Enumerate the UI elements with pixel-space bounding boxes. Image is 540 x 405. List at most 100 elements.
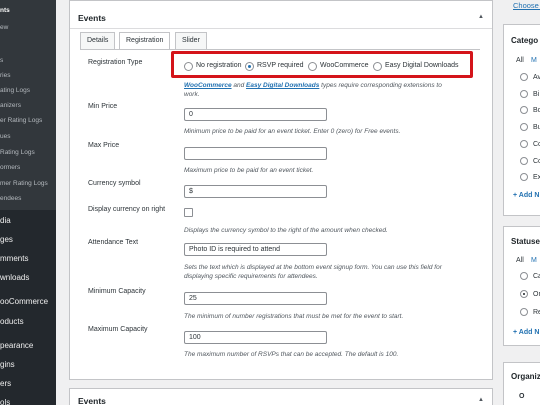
attendance-desc-line2: displaying specific requirements for att… [184,273,318,280]
sidebar-item[interactable]: Rating Logs [0,149,56,164]
max-capacity-label: Maximum Capacity [88,326,148,333]
sidebar-item[interactable]: s [0,57,56,72]
category-label: Bu [533,124,540,132]
radio-label-no-registration: No registration [196,62,242,69]
categories-tab-most-used[interactable]: M [531,57,537,64]
status-label: On [533,291,540,298]
attendance-label: Attendance Text [88,239,139,246]
status-radio[interactable] [520,290,528,298]
statuses-box: Statuse [503,226,540,346]
category-label: Ex [533,174,540,182]
min-capacity-input[interactable]: 25 [184,292,327,305]
panel2-title: Events [78,396,106,405]
currency-right-label: Display currency on right [88,206,166,213]
category-label: Co [533,157,540,165]
radio-woocommerce[interactable] [308,62,317,71]
collapse-arrow-icon[interactable]: ▲ [478,397,484,403]
max-price-input[interactable] [184,147,327,160]
sidebar-item[interactable]: mments [0,254,56,273]
sidebar-item[interactable]: ew [0,24,56,39]
radio-label-edd: Easy Digital Downloads [385,62,459,69]
attendance-input[interactable]: Photo ID is required to attend [184,243,327,256]
min-price-desc: Minimum price to be paid for an event ti… [184,128,401,135]
panel-divider [70,28,492,29]
max-price-label: Max Price [88,142,120,149]
attendance-desc-line1: Sets the text which is displayed at the … [184,264,442,271]
sidebar-item[interactable]: pearance [0,341,56,360]
sidebar-item[interactable]: ating Logs [0,87,56,102]
categories-tab-all[interactable]: All [516,57,524,64]
categories-box: Catego [503,24,540,216]
sidebar-item[interactable]: ges [0,235,56,254]
tab-slider[interactable]: Slider [175,32,207,49]
collapse-arrow-icon[interactable]: ▲ [478,14,484,20]
statuses-tab-most-used[interactable]: M [531,257,537,264]
edd-link[interactable]: Easy Digital Downloads [246,82,319,89]
category-radio[interactable] [520,156,528,165]
sidebar-item[interactable]: ers [0,379,56,398]
choose-link[interactable]: Choose f [513,1,540,10]
radio-label-woocommerce: WooCommerce [320,62,369,69]
currency-right-checkbox[interactable] [184,208,193,217]
sidebar-item[interactable]: er Rating Logs [0,117,56,132]
statuses-title: Statuse [511,237,540,246]
category-radio[interactable] [520,89,528,98]
category-radio[interactable] [520,73,528,81]
sidebar-item[interactable]: ormers [0,164,56,179]
add-status-link[interactable]: + Add N [513,329,539,336]
category-radio[interactable] [520,139,528,148]
sidebar-item[interactable]: oducts [0,317,56,336]
max-price-desc: Maximum price to be paid for an event ti… [184,167,314,174]
radio-label-rsvp: RSVP required [257,62,304,69]
tab-registration[interactable]: Registration [119,32,171,50]
status-radio[interactable] [520,272,528,280]
max-capacity-input[interactable]: 100 [184,331,327,344]
category-label: Bi [533,90,540,98]
organizers-title: Organiz [511,372,540,381]
note-rest: types require corresponding extensions t… [319,82,442,89]
status-radio[interactable] [520,308,528,316]
registration-note: WooCommerce and Easy Digital Downloads t… [184,81,474,99]
currency-label: Currency symbol [88,180,141,187]
note-line2: work. [184,91,200,98]
currency-right-desc: Displays the currency symbol to the righ… [184,227,388,234]
min-capacity-desc: The minimum of number registrations that… [184,313,404,320]
categories-title: Catego [511,36,539,45]
statuses-tab-all[interactable]: All [516,257,524,264]
radio-rsvp-required[interactable] [245,62,254,71]
events-meta-box-2: Events ▲ [69,388,493,405]
radio-no-registration[interactable] [184,62,193,71]
max-capacity-desc: The maximum number of RSVPs that can be … [184,351,399,358]
min-capacity-label: Minimum Capacity [88,288,146,295]
woocommerce-link[interactable]: WooCommerce [184,82,232,89]
category-label: Av [533,74,540,81]
currency-input[interactable]: $ [184,185,327,198]
sidebar-item[interactable]: ues [0,133,56,148]
sidebar-item[interactable]: ols [0,398,56,405]
sidebar-item[interactable] [0,41,56,56]
registration-type-label: Registration Type [88,59,143,66]
sidebar-item[interactable]: ooCommerce [0,297,56,316]
add-category-link[interactable]: + Add N [513,192,539,199]
sidebar-item[interactable]: ries [0,72,56,87]
sidebar-item[interactable]: mer Rating Logs [0,180,56,195]
radio-edd[interactable] [373,62,382,71]
sidebar-item[interactable]: anizers [0,102,56,117]
admin-sidebar: nts ew s ries ating Logs anizers er Rating Log… [0,0,56,405]
min-price-input[interactable]: 0 [184,108,327,121]
category-label: Co [533,140,540,148]
sidebar-item[interactable]: endees [0,195,56,210]
tab-underline [80,49,480,50]
sidebar-item[interactable]: wnloads [0,273,56,292]
min-price-label: Min Price [88,103,118,110]
status-label: Re [533,309,540,316]
category-label: Bo [533,107,540,115]
sidebar-item[interactable]: nts [0,7,56,22]
status-label: Ca [533,273,540,280]
note-and: and [231,82,247,89]
panel-title: Events [78,13,106,23]
sidebar-item[interactable]: gins [0,360,56,379]
sidebar-item[interactable]: dia [0,216,56,235]
tab-details[interactable]: Details [80,32,116,49]
organizer-item[interactable]: O [519,393,524,400]
